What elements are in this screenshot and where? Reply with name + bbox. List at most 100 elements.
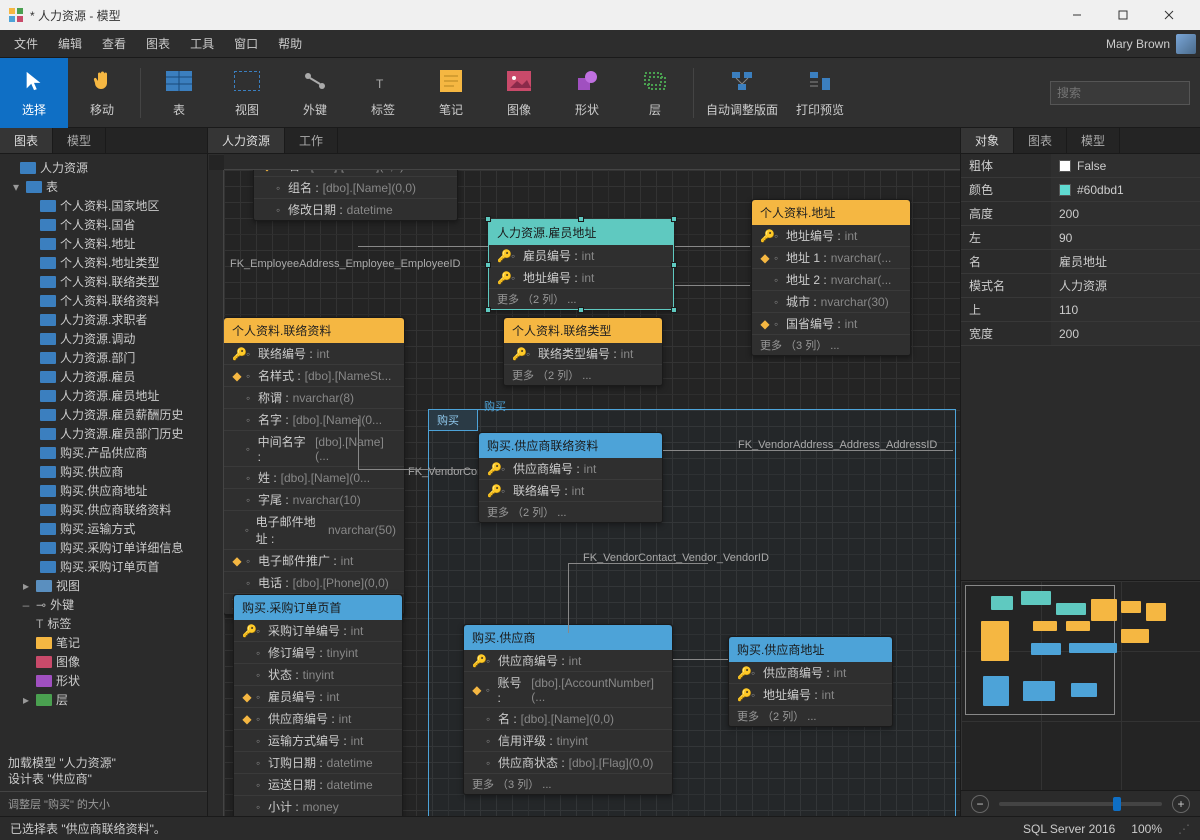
left-tab-model[interactable]: 模型	[53, 128, 106, 153]
column-row[interactable]: ◆◦国省编号 : int	[752, 312, 910, 334]
tree-notes[interactable]: 笔记	[0, 633, 207, 652]
tree-table-item[interactable]: 购买.采购订单详细信息	[0, 538, 207, 557]
tree-table-item[interactable]: 购买.采购订单页首	[0, 557, 207, 576]
property-row[interactable]: 名雇员地址	[961, 250, 1200, 274]
avatar[interactable]	[1176, 34, 1196, 54]
zoom-out-button[interactable]: −	[971, 795, 989, 813]
entity-contact[interactable]: 个人资料.联络资料 🔑◦联络编号 : int◆◦名样式 : [dbo].[Nam…	[223, 317, 405, 615]
column-row[interactable]: ◆◦供应商编号 : int	[234, 707, 402, 729]
column-row[interactable]: 🔑◦联络编号 : int	[479, 479, 662, 501]
tool-view[interactable]: 视图	[213, 58, 281, 128]
column-row[interactable]: ◦电子邮件地址 : nvarchar(50)	[224, 510, 404, 549]
entity-contact-type[interactable]: 个人资料.联络类型 🔑◦联络类型编号 : int 更多 （2 列） ...	[503, 317, 663, 386]
minimize-button[interactable]	[1054, 0, 1100, 30]
column-row[interactable]: ◦地址 2 : nvarchar(...	[752, 268, 910, 290]
menu-diagram[interactable]: 图表	[136, 31, 180, 56]
column-row[interactable]: ◦订购日期 : datetime	[234, 751, 402, 773]
entity-vendor-contact[interactable]: 购买.供应商联络资料 🔑◦供应商编号 : int🔑◦联络编号 : int 更多 …	[478, 432, 663, 523]
tree-tables[interactable]: ▾表	[0, 177, 207, 196]
entity-employee-address[interactable]: 人力资源.雇员地址 🔑◦雇员编号 : int🔑◦地址编号 : int 更多 （2…	[488, 219, 674, 310]
column-row[interactable]: 🔑◦联络编号 : int	[224, 343, 404, 364]
tree-views[interactable]: ▸视图	[0, 576, 207, 595]
user-name[interactable]: Mary Brown	[1106, 37, 1170, 51]
right-tab-model[interactable]: 模型	[1067, 128, 1120, 153]
tree-table-item[interactable]: 购买.供应商联络资料	[0, 500, 207, 519]
column-row[interactable]: 🔑◦联络类型编号 : int	[504, 343, 662, 364]
menu-file[interactable]: 文件	[4, 31, 48, 56]
tree-table-item[interactable]: 人力资源.雇员薪酬历史	[0, 405, 207, 424]
tool-fk[interactable]: 外键	[281, 58, 349, 128]
tree-root[interactable]: 人力资源	[0, 158, 207, 177]
tool-select[interactable]: 选择	[0, 58, 68, 128]
tree-table-item[interactable]: 人力资源.部门	[0, 348, 207, 367]
tree-table-item[interactable]: 个人资料.国家地区	[0, 196, 207, 215]
column-row[interactable]: ◦信用评级 : tinyint	[464, 729, 672, 751]
close-button[interactable]	[1146, 0, 1192, 30]
tree-table-item[interactable]: 个人资料.联络资料	[0, 291, 207, 310]
tree-table-item[interactable]: 人力资源.调动	[0, 329, 207, 348]
tool-shape[interactable]: 形状	[553, 58, 621, 128]
entity-vendor[interactable]: 购买.供应商 🔑◦供应商编号 : int◆◦账号 : [dbo].[Accoun…	[463, 624, 673, 795]
property-row[interactable]: 粗体False	[961, 154, 1200, 178]
column-row[interactable]: ◦运送日期 : datetime	[234, 773, 402, 795]
column-row[interactable]: ◦字尾 : nvarchar(10)	[224, 488, 404, 510]
column-row[interactable]: 🔑◦采购订单编号 : int	[234, 620, 402, 641]
column-row[interactable]: ◦小计 : money	[234, 795, 402, 816]
tree-table-item[interactable]: 购买.运输方式	[0, 519, 207, 538]
right-tab-diagram[interactable]: 图表	[1014, 128, 1067, 153]
tool-move[interactable]: 移动	[68, 58, 136, 128]
property-row[interactable]: 宽度200	[961, 322, 1200, 346]
tree-table-item[interactable]: 人力资源.求职者	[0, 310, 207, 329]
property-row[interactable]: 颜色#60dbd1	[961, 178, 1200, 202]
tool-label[interactable]: T 标签	[349, 58, 417, 128]
zoom-slider[interactable]	[999, 802, 1162, 806]
column-row[interactable]: ◦城市 : nvarchar(30)	[752, 290, 910, 312]
column-row[interactable]: 🔑◦供应商编号 : int	[479, 458, 662, 479]
tree-layers[interactable]: ▸层	[0, 690, 207, 709]
column-row[interactable]: ◦修改日期 : datetime	[254, 198, 457, 220]
column-row[interactable]: ◦供应商状态 : [dbo].[Flag](0,0)	[464, 751, 672, 773]
tree-table-item[interactable]: 个人资料.联络类型	[0, 272, 207, 291]
tree-labels[interactable]: T标签	[0, 614, 207, 633]
property-grid[interactable]: 粗体False颜色#60dbd1高度200左90名雇员地址模式名人力资源上110…	[961, 154, 1200, 346]
entity-person-address[interactable]: 个人资料.地址 🔑◦地址编号 : int◆◦地址 1 : nvarchar(..…	[751, 199, 911, 356]
tool-note[interactable]: 笔记	[417, 58, 485, 128]
tree-table-item[interactable]: 个人资料.地址	[0, 234, 207, 253]
tree-table-item[interactable]: 购买.产品供应商	[0, 443, 207, 462]
diagram-canvas[interactable]: 购买 购买 FK_EmployeeAddress_Employee_Employ…	[208, 154, 960, 816]
column-row[interactable]: ◦电话 : [dbo].[Phone](0,0)	[224, 571, 404, 593]
entity-vendor-address[interactable]: 购买.供应商地址 🔑◦供应商编号 : int🔑◦地址编号 : int 更多 （2…	[728, 636, 893, 727]
column-row[interactable]: ◦名 : [dbo].[Name](0,0)	[464, 707, 672, 729]
tree-table-item[interactable]: 购买.供应商	[0, 462, 207, 481]
column-row[interactable]: 🔑◦雇员编号 : int	[489, 245, 673, 266]
tree-fks[interactable]: –⊸外键	[0, 595, 207, 614]
tree-table-item[interactable]: 人力资源.雇员部门历史	[0, 424, 207, 443]
menu-window[interactable]: 窗口	[224, 31, 268, 56]
search-input[interactable]	[1057, 86, 1200, 100]
property-row[interactable]: 上110	[961, 298, 1200, 322]
column-row[interactable]: 🔑◦供应商编号 : int	[464, 650, 672, 671]
column-row[interactable]: ◦运输方式编号 : int	[234, 729, 402, 751]
tree-table-item[interactable]: 购买.供应商地址	[0, 481, 207, 500]
tool-table[interactable]: 表	[145, 58, 213, 128]
column-row[interactable]: ◦状态 : tinyint	[234, 663, 402, 685]
tool-image[interactable]: 图像	[485, 58, 553, 128]
column-row[interactable]: 🔑◦地址编号 : int	[729, 683, 892, 705]
menu-tools[interactable]: 工具	[180, 31, 224, 56]
tree-table-item[interactable]: 个人资料.国省	[0, 215, 207, 234]
tool-layer[interactable]: 层	[621, 58, 689, 128]
tool-print[interactable]: 打印预览	[786, 58, 854, 128]
tree-images[interactable]: 图像	[0, 652, 207, 671]
property-row[interactable]: 高度200	[961, 202, 1200, 226]
property-row[interactable]: 左90	[961, 226, 1200, 250]
search-box[interactable]	[1050, 81, 1190, 105]
menu-edit[interactable]: 编辑	[48, 31, 92, 56]
column-row[interactable]: 🔑◦地址编号 : int	[752, 225, 910, 246]
right-tab-object[interactable]: 对象	[961, 128, 1014, 153]
column-row[interactable]: ◆◦账号 : [dbo].[AccountNumber](...	[464, 671, 672, 707]
zoom-in-button[interactable]: +	[1172, 795, 1190, 813]
property-row[interactable]: 模式名人力资源	[961, 274, 1200, 298]
overview-map[interactable]	[961, 580, 1200, 790]
column-row[interactable]: 🔑◦地址编号 : int	[489, 266, 673, 288]
column-row[interactable]: ◦中间名字 : [dbo].[Name](...	[224, 430, 404, 466]
